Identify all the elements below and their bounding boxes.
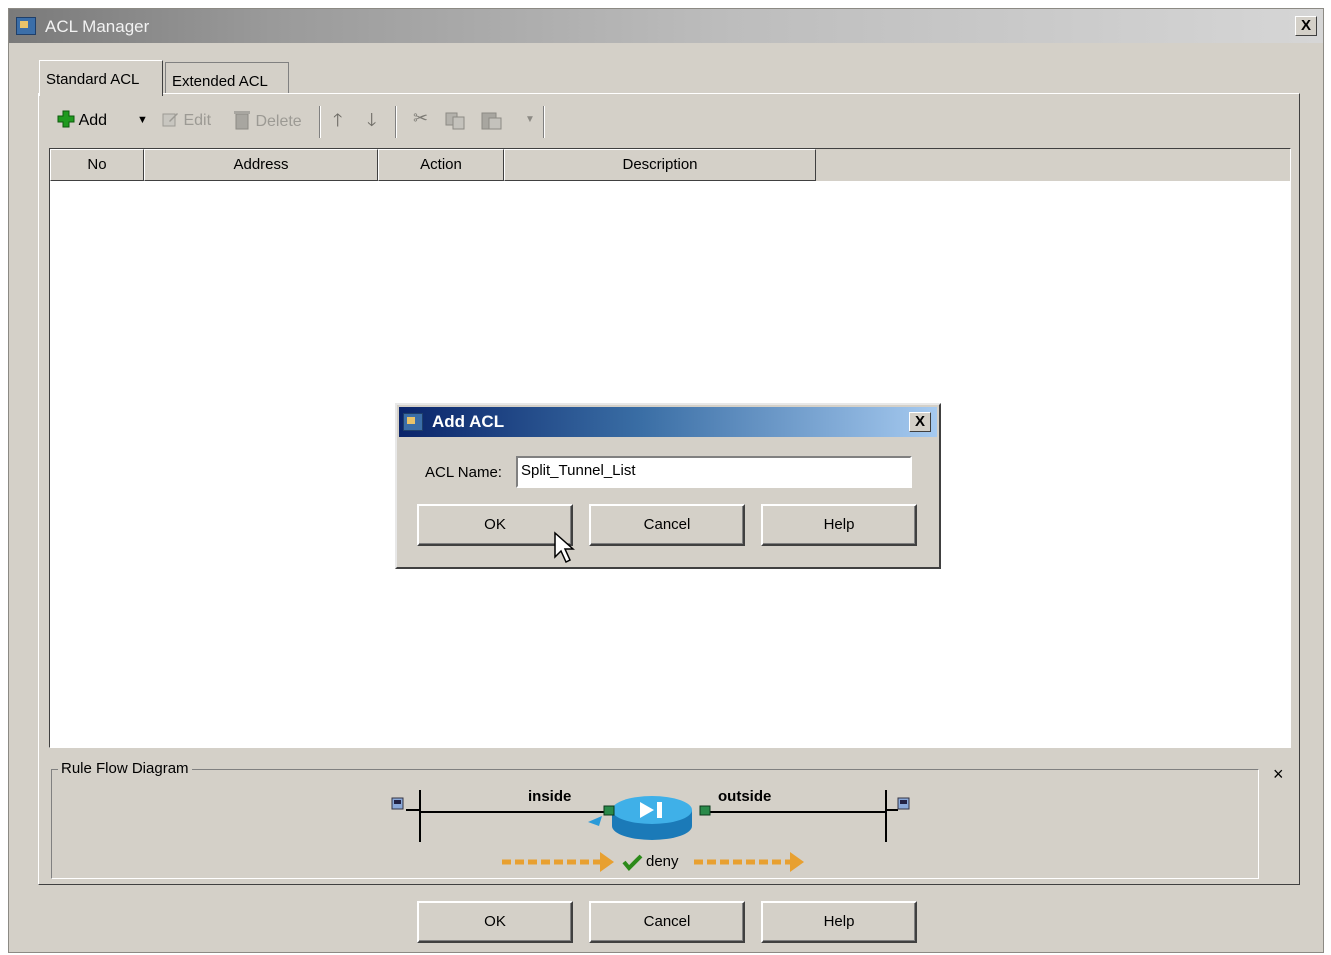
column-header-action[interactable]: Action [378, 149, 504, 181]
header-filler [816, 149, 1290, 181]
delete-button: Delete [233, 110, 302, 132]
add-icon [57, 110, 75, 128]
outside-label: outside [718, 788, 772, 805]
toolbar-separator [395, 106, 397, 138]
edit-label: Edit [183, 112, 212, 129]
dialog-close-button[interactable]: X [909, 412, 931, 432]
help-button[interactable]: Help [761, 901, 917, 943]
router-icon [612, 796, 692, 840]
mouse-cursor-icon [554, 531, 575, 564]
add-acl-dialog: Add ACL X ACL Name: Split_Tunnel_List OK… [395, 403, 941, 569]
dialog-title-bar: Add ACL X [399, 407, 937, 437]
add-button[interactable]: Add [57, 110, 107, 132]
add-label: Add [78, 112, 108, 129]
column-header-no[interactable]: No [50, 149, 144, 181]
edit-icon [162, 113, 178, 127]
column-header-description[interactable]: Description [504, 149, 816, 181]
dialog-ok-button[interactable]: OK [417, 504, 573, 546]
acl-name-input[interactable]: Split_Tunnel_List [516, 456, 912, 488]
tab-standard-acl[interactable]: Standard ACL [39, 60, 163, 96]
move-down-icon[interactable]: 🡓 [367, 108, 376, 130]
close-button[interactable]: X [1295, 16, 1317, 36]
edit-button: Edit [161, 110, 211, 132]
inside-host-icon [391, 797, 404, 810]
tab-extended-acl[interactable]: Extended ACL [165, 62, 289, 94]
acl-name-label: ACL Name: [425, 464, 502, 481]
app-icon [16, 17, 36, 35]
dialog-app-icon [403, 413, 423, 431]
toolbar-separator [319, 106, 321, 138]
toolbar-separator [543, 106, 545, 138]
move-up-icon[interactable]: 🡑 [333, 108, 342, 130]
dialog-cancel-button[interactable]: Cancel [589, 504, 745, 546]
rule-flow-diagram: Rule Flow Diagram inside outside deny [51, 760, 1259, 879]
copy-icon[interactable] [445, 112, 467, 134]
check-icon [622, 854, 643, 871]
ok-button[interactable]: OK [417, 901, 573, 943]
dialog-help-button[interactable]: Help [761, 504, 917, 546]
add-dropdown-arrow[interactable]: ▼ [137, 114, 148, 136]
inside-label: inside [528, 788, 572, 805]
cancel-button[interactable]: Cancel [589, 901, 745, 943]
window-title: ACL Manager [45, 17, 150, 36]
column-header-address[interactable]: Address [144, 149, 378, 181]
delete-label: Delete [255, 113, 302, 130]
rule-flow-close-icon[interactable]: × [1273, 764, 1284, 785]
title-bar: ACL Manager X [9, 9, 1323, 43]
cut-icon[interactable]: ✂ [413, 108, 428, 130]
action-label: deny [646, 853, 679, 870]
paste-icon[interactable] [481, 110, 503, 132]
outside-host-icon [897, 797, 910, 810]
trash-icon [234, 111, 250, 130]
paste-dropdown-arrow[interactable]: ▼ [525, 114, 535, 136]
dialog-title: Add ACL [432, 412, 505, 431]
